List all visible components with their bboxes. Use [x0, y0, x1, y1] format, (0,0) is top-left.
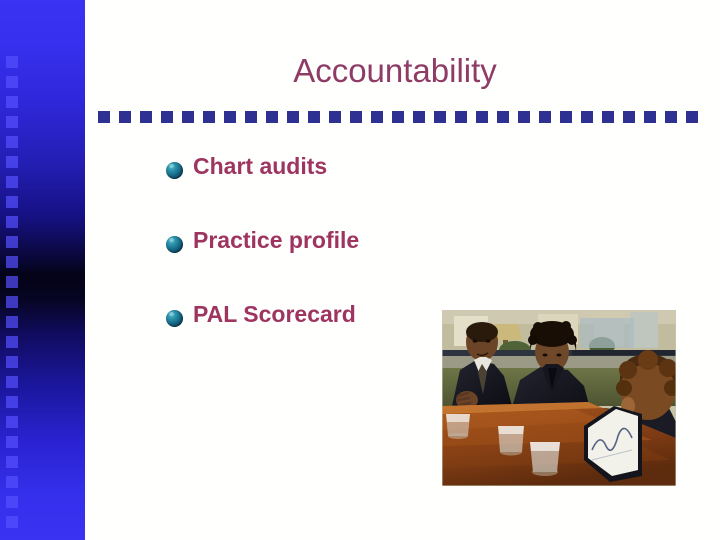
- divider-dash: [224, 111, 236, 123]
- page-title: Accountability: [293, 52, 497, 89]
- sphere-bullet-icon: [166, 162, 183, 179]
- sidebar-square: [6, 456, 18, 468]
- divider-dash: [287, 111, 299, 123]
- list-item-label: PAL Scorecard: [193, 301, 356, 327]
- divider-dash: [623, 111, 635, 123]
- divider-dash: [497, 111, 509, 123]
- sidebar-square: [6, 516, 18, 528]
- sidebar-square: [6, 416, 18, 428]
- sidebar-gradient-bar: [0, 0, 85, 540]
- divider-dash: [434, 111, 446, 123]
- sidebar-square: [6, 116, 18, 128]
- sidebar-square: [6, 136, 18, 148]
- sidebar-square: [6, 76, 18, 88]
- presentation-slide: Accountability Chart audits Practice pro…: [0, 0, 720, 540]
- sidebar-square: [6, 156, 18, 168]
- sidebar-square: [6, 396, 18, 408]
- divider-dash: [98, 111, 110, 123]
- divider-dash: [119, 111, 131, 123]
- sidebar-square: [6, 196, 18, 208]
- business-meeting-photo: [442, 310, 676, 486]
- divider-dash: [581, 111, 593, 123]
- divider-dash: [518, 111, 530, 123]
- sidebar-square: [6, 256, 18, 268]
- sidebar-square: [6, 316, 18, 328]
- list-item-label: Chart audits: [193, 153, 328, 179]
- sidebar-square: [6, 236, 18, 248]
- sidebar-square: [6, 376, 18, 388]
- divider-dash: [308, 111, 320, 123]
- sphere-bullet-icon: [166, 236, 183, 253]
- divider-dash: [644, 111, 656, 123]
- list-item: Practice profile: [166, 226, 496, 300]
- divider-dash: [413, 111, 425, 123]
- divider-dash: [182, 111, 194, 123]
- sidebar-square: [6, 96, 18, 108]
- divider-dash: [686, 111, 698, 123]
- divider-dash: [140, 111, 152, 123]
- sidebar-square: [6, 56, 18, 68]
- divider-dash: [203, 111, 215, 123]
- divider-dash: [539, 111, 551, 123]
- sidebar-square: [6, 436, 18, 448]
- sidebar-square: [6, 356, 18, 368]
- sidebar-square: [6, 296, 18, 308]
- list-item-label: Practice profile: [193, 227, 360, 253]
- title-divider: [98, 111, 698, 123]
- sphere-bullet-icon: [166, 310, 183, 327]
- divider-dash: [161, 111, 173, 123]
- divider-dash: [602, 111, 614, 123]
- list-item: Chart audits: [166, 152, 496, 226]
- divider-dash: [245, 111, 257, 123]
- divider-dash: [392, 111, 404, 123]
- sidebar-square: [6, 276, 18, 288]
- sidebar-square: [6, 336, 18, 348]
- divider-dash: [476, 111, 488, 123]
- divider-dash: [455, 111, 467, 123]
- sidebar-square: [6, 216, 18, 228]
- sidebar-square: [6, 476, 18, 488]
- divider-dash: [266, 111, 278, 123]
- divider-dash: [350, 111, 362, 123]
- divider-dash: [329, 111, 341, 123]
- divider-dash: [665, 111, 677, 123]
- sidebar-square: [6, 496, 18, 508]
- sidebar-square: [6, 176, 18, 188]
- divider-dash: [560, 111, 572, 123]
- sidebar-square-strip: [6, 0, 20, 540]
- divider-dash: [371, 111, 383, 123]
